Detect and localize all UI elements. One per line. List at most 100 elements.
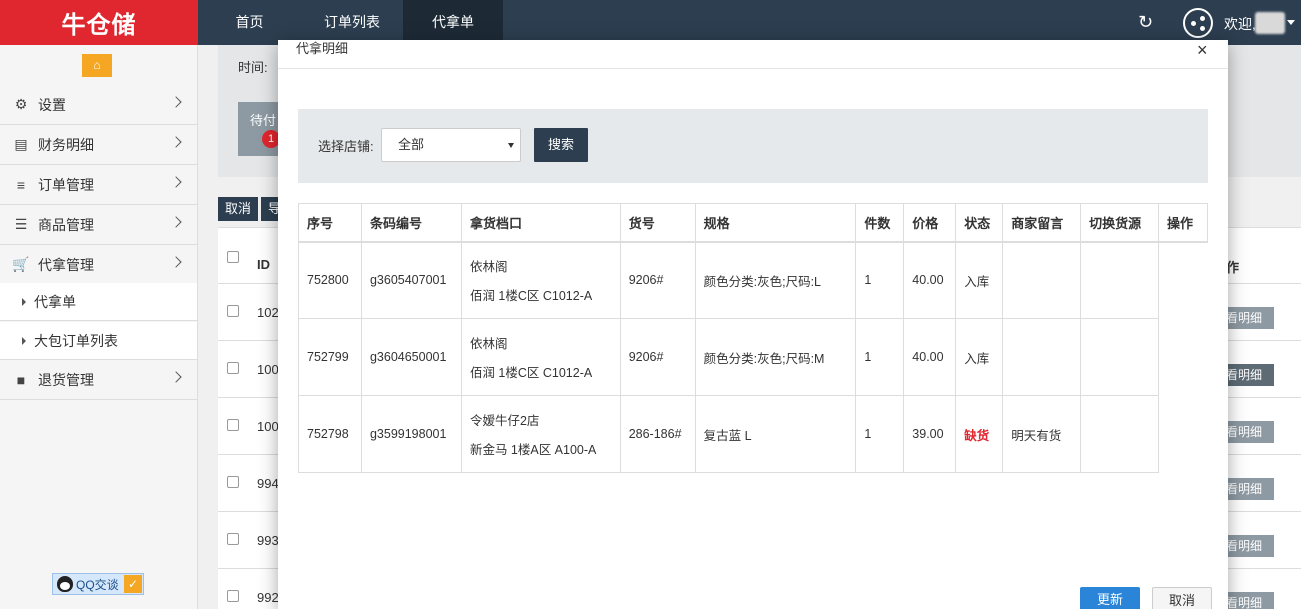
cell-no: 752799 [298,318,362,396]
store-filter-label: 选择店铺: [318,139,374,154]
cell-stall: 依林阁 佰润 1楼C区 C1012-A [460,241,621,319]
chevron-down-icon[interactable] [1287,20,1295,25]
row-id: 993 [257,533,279,548]
chevron-right-icon [170,371,182,383]
col-header-note: 商家留言 [1002,203,1082,243]
qq-chat-label: QQ交谈 [76,577,119,592]
sidebar-subitem-label: 代拿单 [34,293,76,310]
pending-tab[interactable]: 待付 [238,102,283,156]
cell-spec: 颜色分类:灰色;尺码:M [694,318,857,396]
gears-icon: ⚙ [14,96,28,112]
col-header-stall: 拿货档口 [460,203,621,243]
cell-actions [1158,396,1207,473]
time-label: 时间: [238,60,268,75]
cell-note: 明天有货 [1002,395,1082,473]
sidebar-subitem-proxy-orders[interactable]: 代拿单 [0,283,197,321]
cell-no: 752798 [298,395,362,473]
store-select[interactable]: 全部 [381,128,521,162]
modal-header: 代拿明细 × [278,40,1228,69]
row-checkbox[interactable] [227,305,239,317]
cell-note [1002,241,1082,319]
cell-status: 缺货 [955,395,1004,473]
sidebar-item-label: 退货管理 [38,371,94,388]
col-header-switch-source: 切换货源 [1080,203,1159,243]
sidebar-item-proxy[interactable]: 🛒 代拿管理 [0,245,197,285]
chevron-right-icon [170,96,182,108]
row-checkbox[interactable] [227,533,239,545]
home-icon[interactable]: ⌂ [82,54,112,77]
cell-stall: 依林阁 佰润 1楼C区 C1012-A [460,318,621,396]
row-id: 100 [257,362,279,377]
cell-qty: 1 [855,318,905,396]
chevron-right-icon [170,136,182,148]
sidebar-item-finance[interactable]: ▤ 财务明细 [0,125,197,165]
user-share-icon[interactable] [1183,8,1213,38]
view-detail-button[interactable]: 看明细 [1222,592,1274,609]
row-checkbox[interactable] [227,362,239,374]
row-checkbox[interactable] [227,419,239,431]
brand-logo[interactable]: 牛仓储 [0,0,198,45]
cell-qty: 1 [855,241,905,319]
cell-price: 40.00 [903,241,957,319]
chevron-right-icon [170,256,182,268]
sidebar-item-orders[interactable]: ≡ 订单管理 [0,165,197,205]
qq-penguin-icon [57,576,73,592]
nav-order-list[interactable]: 订单列表 [301,0,403,45]
cell-qty: 1 [855,395,905,473]
view-detail-button[interactable]: 看明细 [1222,478,1274,500]
proxy-detail-modal: 代拿明细 × 选择店铺: 全部 搜索 序号 条码编号 拿货档口 货号 规格 件数… [278,40,1228,609]
cell-price: 40.00 [903,318,957,396]
qq-chat-button[interactable]: QQ交谈 ✓ [52,573,144,595]
stall-address: 新金马 1楼A区 A100-A [469,443,597,457]
row-id: 992 [257,590,279,605]
stall-name: 令嫒牛仔2店 [469,414,540,428]
chevron-right-icon [170,176,182,188]
close-icon[interactable]: × [1197,40,1208,61]
sidebar-item-returns[interactable]: ■ 退货管理 [0,360,197,400]
cell-spec: 颜色分类:灰色;尺码:L [694,241,857,319]
row-id: 994 [257,476,279,491]
table-header-row: 序号 条码编号 拿货档口 货号 规格 件数 价格 状态 商家留言 切换货源 操作 [298,203,1209,243]
sidebar: ⌂ ⚙ 设置 ▤ 财务明细 ≡ 订单管理 ☰ 商品管理 🛒 代拿管理 代拿单 大… [0,45,198,609]
sidebar-subitem-bulk-orders[interactable]: 大包订单列表 [0,322,197,360]
briefcase-icon: ▤ [14,136,28,152]
sidebar-item-products[interactable]: ☰ 商品管理 [0,205,197,245]
cell-no: 752800 [298,241,362,319]
row-checkbox[interactable] [227,590,239,602]
view-detail-button[interactable]: 看明细 [1222,307,1274,329]
search-button[interactable]: 搜索 [534,128,588,162]
view-detail-button[interactable]: 看明细 [1222,535,1274,557]
bars-icon: ≡ [16,176,26,193]
sidebar-item-settings[interactable]: ⚙ 设置 [0,85,197,125]
row-checkbox[interactable] [227,476,239,488]
top-nav: 首页 订单列表 代拿单 [198,0,503,45]
select-all-checkbox[interactable] [227,251,239,263]
nav-home[interactable]: 首页 [198,0,301,45]
col-header-no: 序号 [298,203,362,243]
nav-proxy-orders[interactable]: 代拿单 [403,0,503,45]
refresh-icon[interactable]: ↻ [1138,12,1153,33]
cell-status: 入库 [955,241,1004,319]
stall-address: 佰润 1楼C区 C1012-A [469,366,593,380]
truck-icon: ■ [16,371,26,388]
id-column-header: ID [257,257,270,272]
cell-actions [1158,242,1207,319]
table-row: 752798 g3599198001 令嫒牛仔2店 新金马 1楼A区 A100-… [298,395,1208,473]
welcome-text[interactable]: 欢迎, [1224,14,1256,34]
view-detail-button[interactable]: 看明细 [1222,421,1274,443]
sidebar-item-label: 设置 [38,96,66,113]
check-icon: ✓ [124,575,142,593]
cancel-button[interactable]: 取消 [1152,587,1212,609]
col-header-actions: 操作 [1157,203,1209,243]
cell-item-no: 9206# [619,241,696,319]
stall-address: 佰润 1楼C区 C1012-A [469,289,593,304]
caret-right-icon [22,336,26,345]
table-row: 752800 g3605407001 依林阁 佰润 1楼C区 C1012-A 9… [298,241,1208,319]
view-detail-button[interactable]: 看明细 [1222,364,1274,386]
col-header-price: 价格 [903,203,957,243]
proxy-detail-table: 序号 条码编号 拿货档口 货号 规格 件数 价格 状态 商家留言 切换货源 操作… [298,203,1209,473]
row-id: 102 [257,305,279,320]
bulk-cancel-button[interactable]: 取消 [218,197,258,221]
update-button[interactable]: 更新 [1080,587,1140,609]
store-select-value: 全部 [398,137,425,152]
